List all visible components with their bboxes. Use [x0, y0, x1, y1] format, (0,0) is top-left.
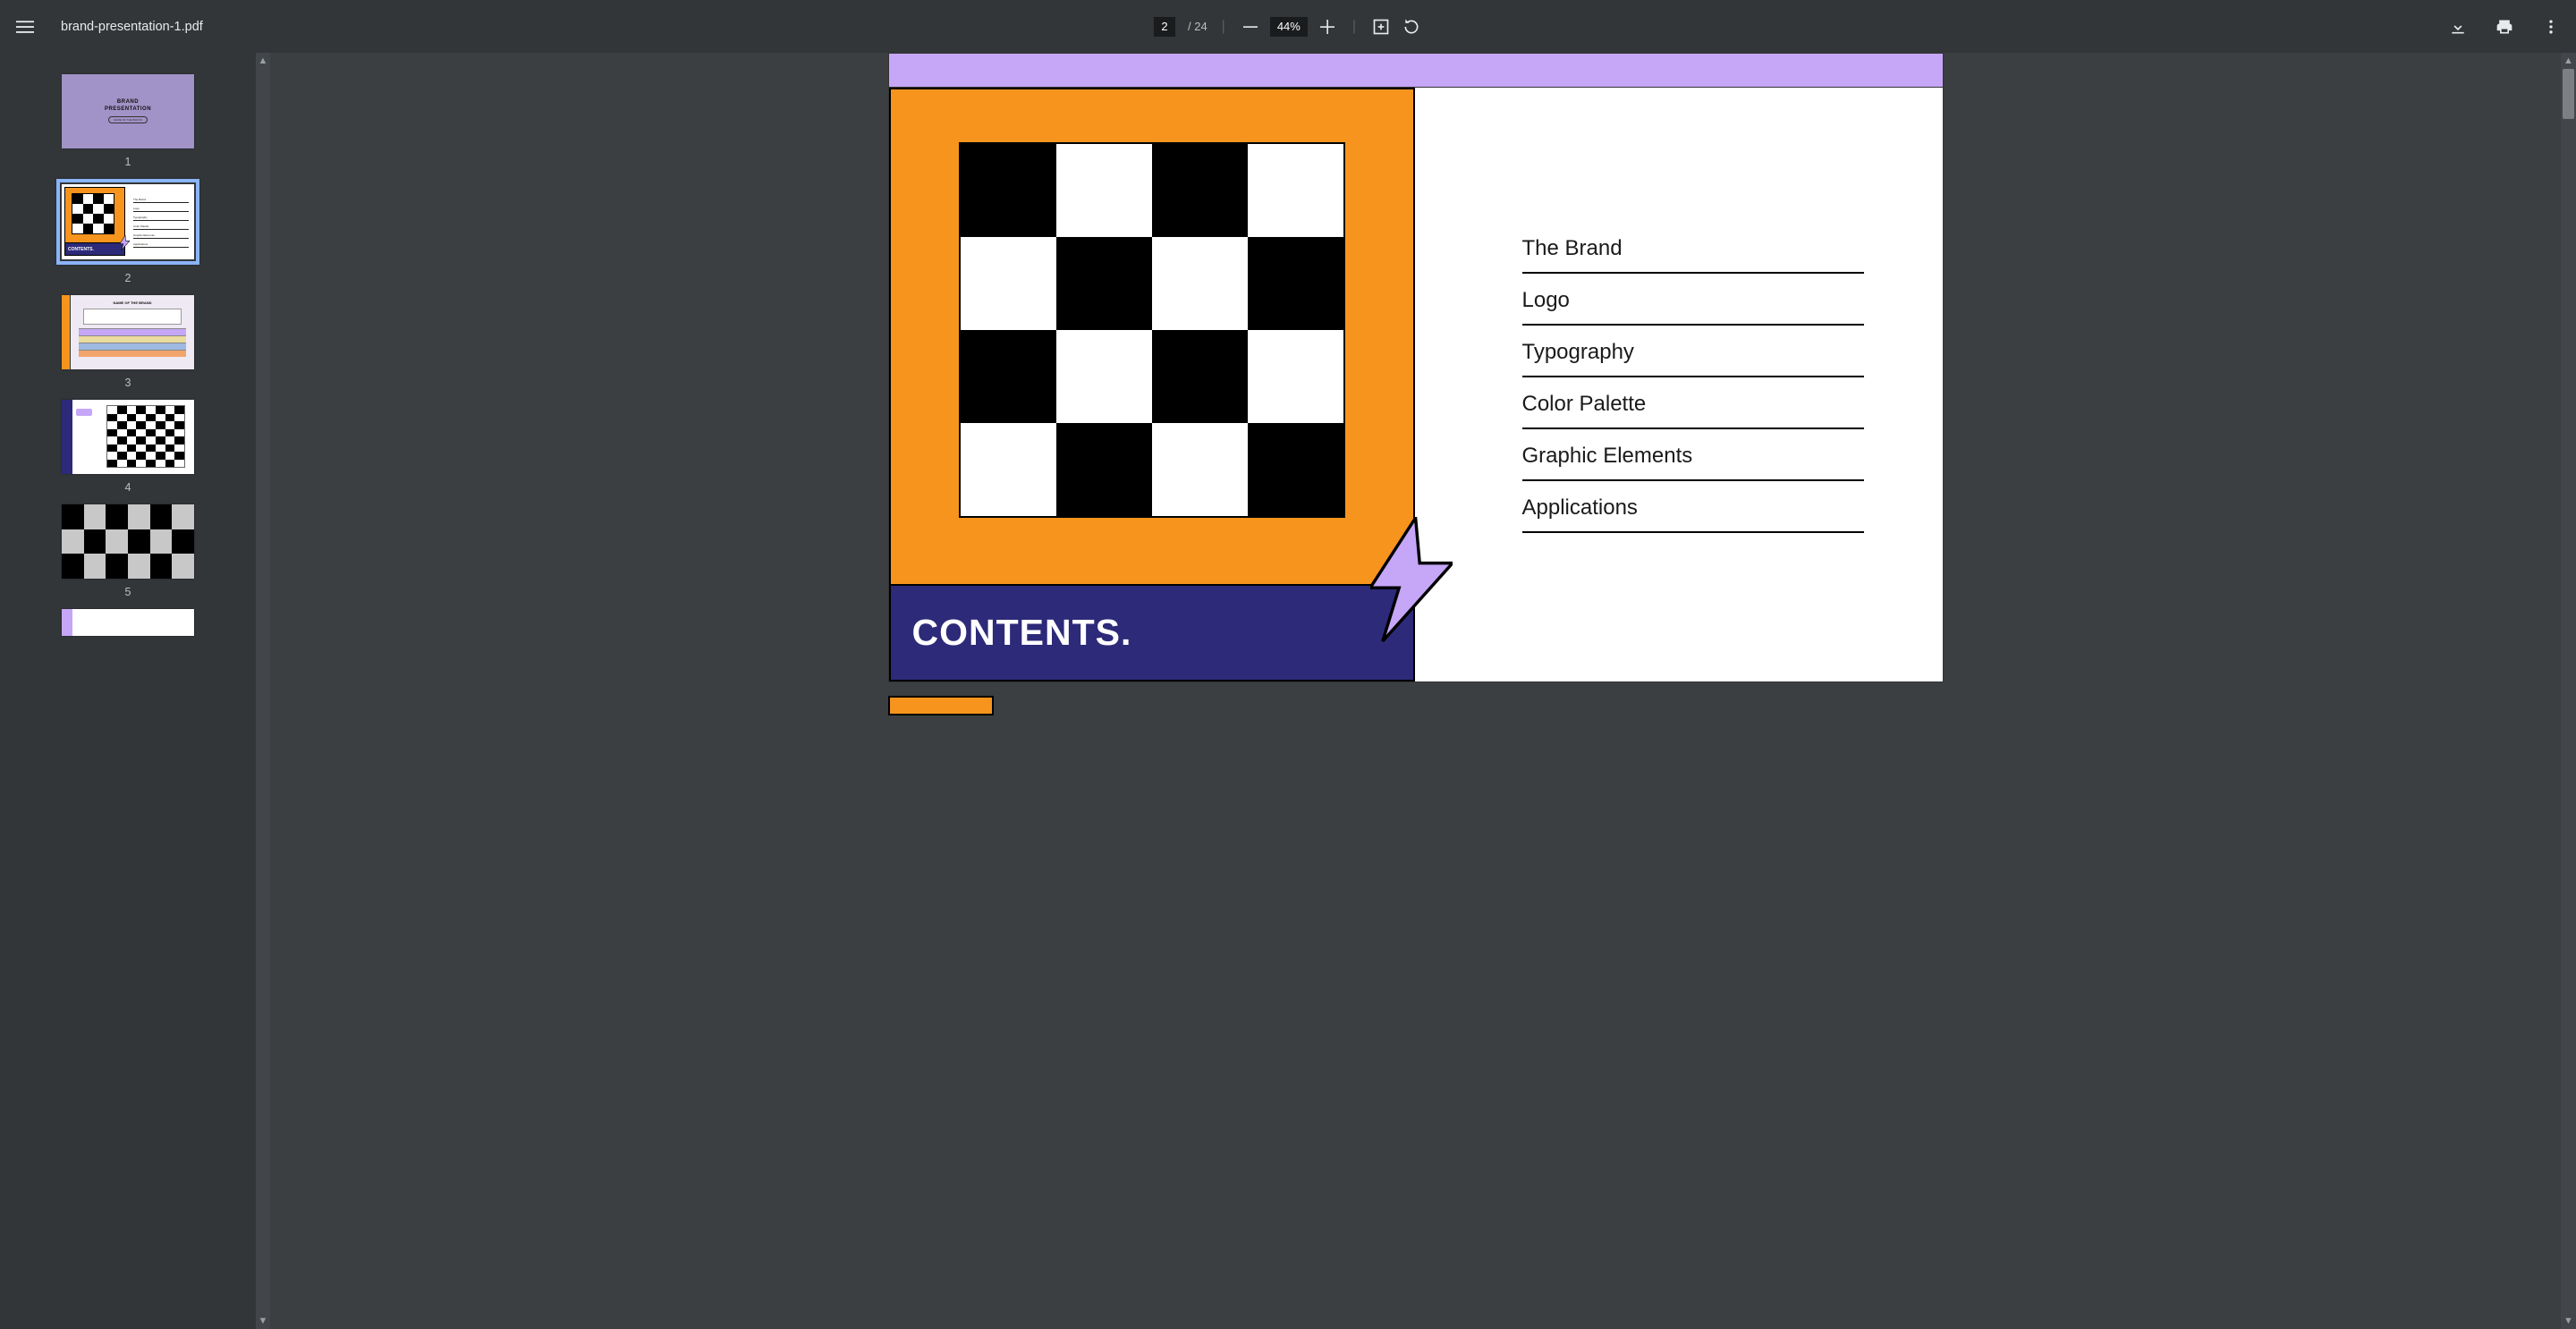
thumb1-title-line1: BRAND	[117, 99, 139, 105]
thumb1-subtitle: NAME OF THE BRAND	[108, 116, 148, 123]
thumbnail-page-2[interactable]: CONTENTS. The BrandLogoTypographyColor P…	[56, 179, 199, 265]
contents-title: CONTENTS.	[912, 612, 1132, 654]
thumbnail-number: 5	[125, 586, 131, 598]
zoom-level[interactable]: 44%	[1270, 17, 1308, 37]
file-name: brand-presentation-1.pdf	[61, 20, 203, 34]
more-options-button[interactable]	[2540, 16, 2562, 38]
thumbnail-number: 3	[125, 377, 131, 389]
scroll-down-arrow-icon[interactable]: ▼	[2561, 1313, 2576, 1329]
toc-item: Color Palette	[1522, 377, 1864, 429]
zoom-in-button[interactable]	[1317, 16, 1338, 38]
thumbnail-page-3[interactable]: NAME OF THE BRAND	[62, 295, 194, 369]
thumbnail-page-5[interactable]	[62, 504, 194, 579]
toc-item: The Brand	[1522, 222, 1864, 274]
rotate-button[interactable]	[1401, 16, 1422, 38]
page-viewer: CONTENTS. The Brand Logo Typography Colo…	[270, 53, 2576, 1329]
previous-page-peek	[888, 53, 1944, 87]
download-button[interactable]	[2447, 16, 2469, 38]
toc-item: Logo	[1522, 274, 1864, 326]
toolbar-separator: |	[1347, 19, 1361, 35]
thumbnail-page-6[interactable]	[62, 609, 194, 636]
page-total-label: / 24	[1184, 20, 1208, 33]
thumb1-title-line2: PRESENTATION	[105, 106, 151, 112]
toolbar-separator: |	[1216, 19, 1231, 35]
toc-item: Graphic Elements	[1522, 429, 1864, 481]
thumbnail-number: 4	[125, 481, 131, 494]
next-page-peek	[888, 696, 1944, 715]
checkerboard-graphic	[959, 142, 1345, 518]
print-button[interactable]	[2494, 16, 2515, 38]
thumbnail-sidebar: BRANDPRESENTATION NAME OF THE BRAND 1	[0, 53, 270, 1329]
thumbnail-page-4[interactable]	[62, 400, 194, 474]
scroll-up-arrow-icon[interactable]: ▲	[256, 53, 270, 69]
thumb3-title: NAME OF THE BRAND	[113, 301, 151, 305]
toc-item: Applications	[1522, 481, 1864, 533]
page-canvas[interactable]: CONTENTS. The Brand Logo Typography Colo…	[888, 87, 1944, 682]
zoom-out-button[interactable]	[1240, 16, 1261, 38]
lightning-bolt-icon	[1370, 517, 1453, 642]
table-of-contents: The Brand Logo Typography Color Palette …	[1415, 88, 1943, 681]
fit-page-button[interactable]	[1370, 16, 1392, 38]
scroll-down-arrow-icon[interactable]: ▼	[256, 1313, 270, 1329]
workspace: BRANDPRESENTATION NAME OF THE BRAND 1	[0, 53, 2576, 1329]
thumbnail-number: 1	[125, 156, 131, 168]
thumbnail-page-1[interactable]: BRANDPRESENTATION NAME OF THE BRAND	[62, 74, 194, 148]
lightning-bolt-icon	[120, 235, 130, 250]
viewer-scrollbar[interactable]: ▲ ▼	[2561, 53, 2576, 1329]
page-number-input[interactable]	[1154, 17, 1175, 37]
thumbnail-number: 2	[125, 272, 131, 284]
sidebar-scrollbar[interactable]: ▲ ▼	[256, 53, 270, 1329]
scrollbar-handle[interactable]	[2563, 69, 2574, 119]
contents-title-bar: CONTENTS.	[889, 584, 1415, 681]
scroll-up-arrow-icon[interactable]: ▲	[2561, 53, 2576, 69]
menu-icon[interactable]	[14, 16, 36, 38]
thumb2-title: CONTENTS.	[68, 247, 94, 252]
pdf-toolbar: brand-presentation-1.pdf / 24 | 44% |	[0, 0, 2576, 53]
toc-item: Typography	[1522, 326, 1864, 377]
